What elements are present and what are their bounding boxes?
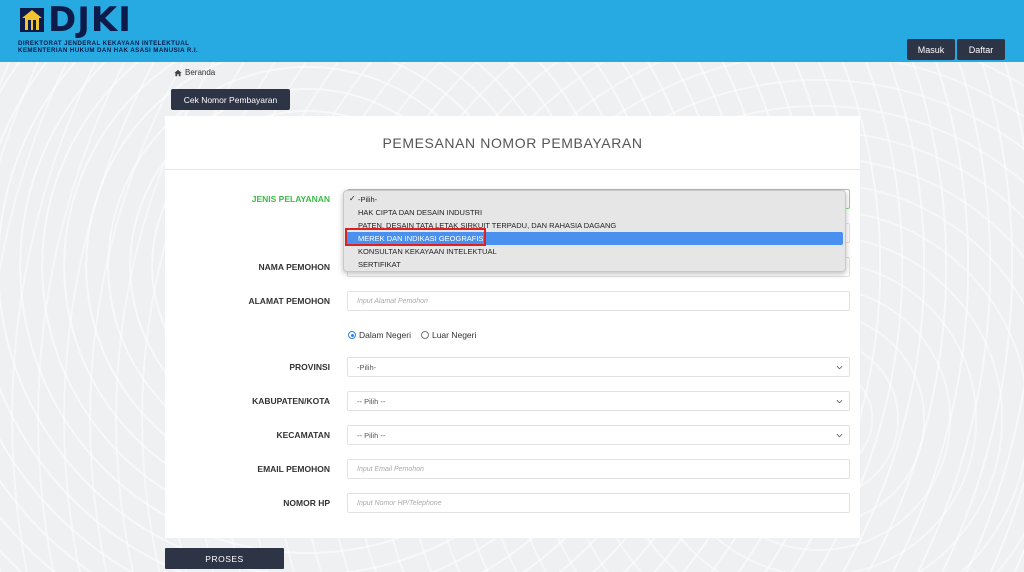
cek-nomor-pembayaran-button[interactable]: Cek Nomor Pembayaran [171,89,290,110]
dropdown-option[interactable]: PATEN, DESAIN TATA LETAK SIRKUIT TERPADU… [344,219,845,232]
provinsi-label: PROVINSI [289,362,330,372]
logo-subtitle-2: KEMENTERIAN HUKUM DAN HAK ASASI MANUSIA … [18,47,199,54]
alamat-pemohon-input[interactable]: Input Alamat Pemohon [347,291,850,311]
chevron-down-icon [836,365,843,370]
email-pemohon-label: EMAIL PEMOHON [257,464,330,474]
nama-pemohon-label: NAMA PEMOHON [258,262,330,272]
daftar-button[interactable]: Daftar [957,39,1005,60]
site-header: DJKI DIREKTORAT JENDERAL KEKAYAAN INTELE… [0,0,1024,62]
chevron-down-icon [836,399,843,404]
alamat-pemohon-label: ALAMAT PEMOHON [248,296,330,306]
dropdown-option[interactable]: KONSULTAN KEKAYAAN INTELEKTUAL [344,245,845,258]
dropdown-option-label: KONSULTAN KEKAYAAN INTELEKTUAL [358,247,497,256]
luar-negeri-radio[interactable] [420,331,429,339]
chevron-down-icon [836,433,843,438]
form-card: PEMESANAN NOMOR PEMBAYARAN JENIS PELAYAN… [165,116,860,538]
logo-wordmark: DJKI [48,0,132,40]
jenis-pelayanan-dropdown: ✓ -Pilih- HAK CIPTA DAN DESAIN INDUSTRI … [343,190,846,272]
dropdown-option-label: HAK CIPTA DAN DESAIN INDUSTRI [358,208,483,217]
masuk-button[interactable]: Masuk [907,39,955,60]
proses-button[interactable]: PROSES [165,548,284,569]
nomor-hp-input[interactable]: Input Nomor HP/Telephone [347,493,850,513]
page-title: PEMESANAN NOMOR PEMBAYARAN [165,116,860,170]
dropdown-option[interactable]: ✓ -Pilih- [344,193,845,206]
dropdown-option-label: MEREK DAN INDIKASI GEOGRAFIS [358,234,484,243]
negara-radio-group: Dalam Negeri Luar Negeri [348,330,476,340]
djki-logo[interactable]: DJKI DIREKTORAT JENDERAL KEKAYAAN INTELE… [18,0,218,56]
luar-negeri-label: Luar Negeri [431,330,477,340]
kecamatan-value: -- Pilih -- [357,430,386,440]
kecamatan-label: KECAMATAN [276,430,330,440]
dalam-negeri-radio[interactable] [348,331,356,339]
kabupaten-label: KABUPATEN/KOTA [252,396,330,406]
home-icon [174,69,182,76]
logo-subtitle-1: DIREKTORAT JENDERAL KEKAYAAN INTELEKTUAL [18,40,190,47]
provinsi-select[interactable]: -Pilih- [347,357,850,377]
dropdown-option[interactable]: HAK CIPTA DAN DESAIN INDUSTRI [344,206,845,219]
email-pemohon-input[interactable]: Input Email Pemohon [347,459,850,479]
breadcrumb: Beranda [174,68,215,77]
dropdown-option-label: -Pilih- [358,195,378,204]
luar-negeri-option[interactable]: Luar Negeri [420,330,477,340]
dalam-negeri-option[interactable]: Dalam Negeri [348,330,411,340]
kabupaten-select[interactable]: -- Pilih -- [347,391,850,411]
breadcrumb-home-link[interactable]: Beranda [185,68,215,77]
dropdown-option-selected[interactable]: MEREK DAN INDIKASI GEOGRAFIS [346,232,843,245]
kabupaten-value: -- Pilih -- [357,396,386,406]
kecamatan-select[interactable]: -- Pilih -- [347,425,850,445]
jenis-pelayanan-label: JENIS PELAYANAN [251,194,330,204]
emblem-icon [20,8,44,32]
checkmark-icon: ✓ [349,194,356,203]
dropdown-option[interactable]: SERTIFIKAT [344,258,845,271]
nomor-hp-label: NOMOR HP [283,498,330,508]
dalam-negeri-label: Dalam Negeri [359,330,411,340]
provinsi-value: -Pilih- [357,362,377,372]
dropdown-option-label: SERTIFIKAT [358,260,401,269]
dropdown-option-label: PATEN, DESAIN TATA LETAK SIRKUIT TERPADU… [358,221,617,230]
